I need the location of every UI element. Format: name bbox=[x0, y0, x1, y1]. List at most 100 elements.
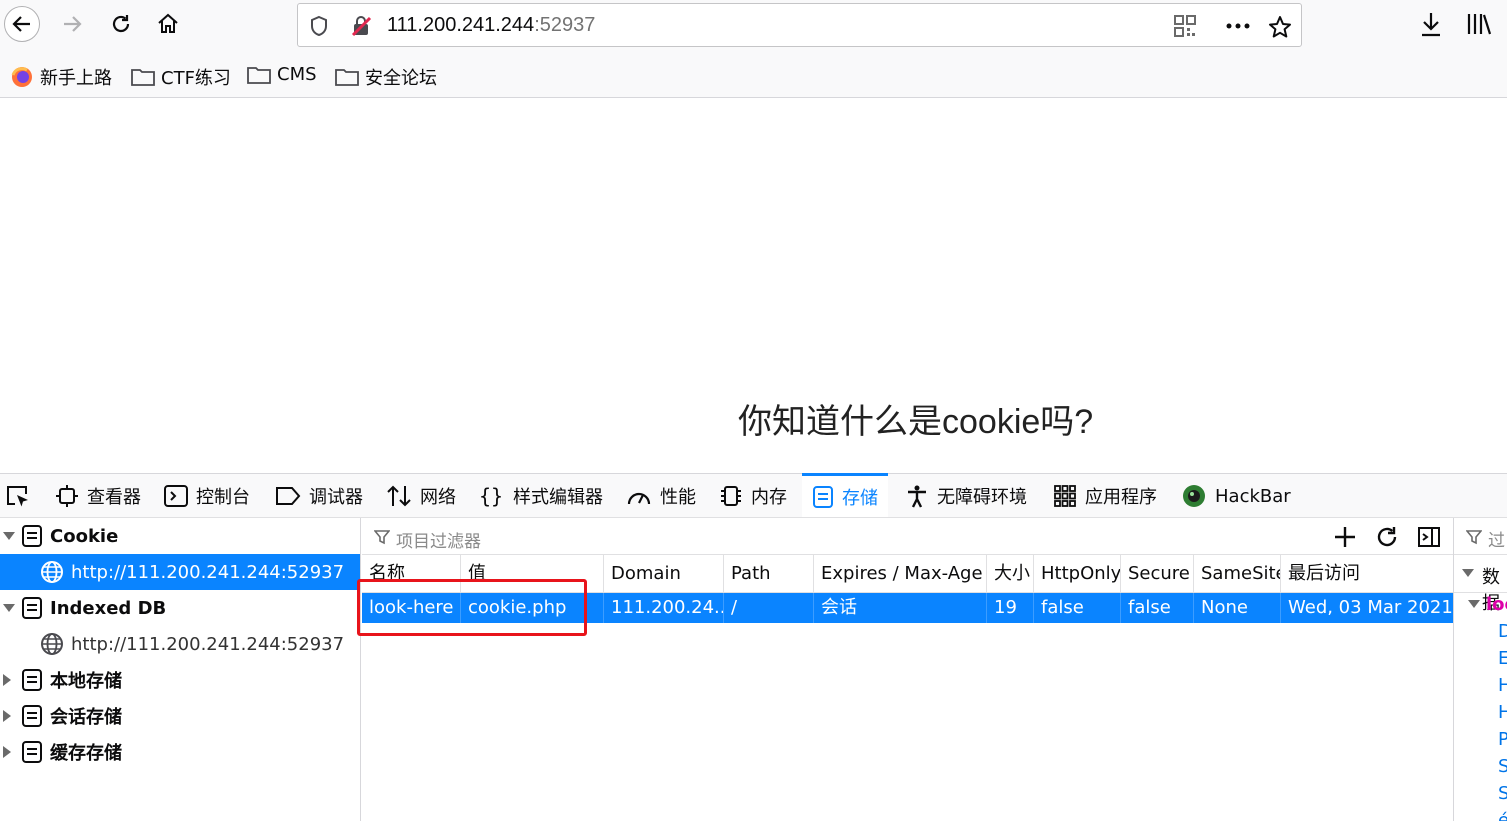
bookmark-folder-ctf[interactable]: CTF练习 bbox=[131, 64, 231, 90]
arrow-right-icon bbox=[64, 16, 82, 32]
add-item-icon[interactable] bbox=[1334, 526, 1356, 548]
column-header-path[interactable]: Path bbox=[723, 555, 813, 593]
column-header-samesite[interactable]: SameSite bbox=[1193, 555, 1280, 593]
sidebar-item[interactable]: P bbox=[1498, 729, 1507, 750]
reload-button[interactable] bbox=[103, 6, 139, 42]
column-header-domain[interactable]: Domain bbox=[603, 555, 723, 593]
bookmark-label: 安全论坛 bbox=[365, 68, 437, 89]
bookmark-getting-started[interactable]: 新手上路 bbox=[10, 64, 112, 90]
expand-arrow-icon[interactable] bbox=[3, 746, 11, 758]
cell-domain[interactable]: 111.200.24... bbox=[603, 593, 723, 623]
download-icon[interactable] bbox=[1419, 10, 1443, 38]
bookmark-folder-cms[interactable]: CMS bbox=[247, 64, 317, 85]
refresh-icon[interactable] bbox=[1375, 525, 1399, 549]
sidebar-item[interactable]: D bbox=[1498, 621, 1507, 642]
tab-network[interactable]: 网络 bbox=[386, 474, 456, 518]
more-actions-icon[interactable] bbox=[1225, 15, 1251, 37]
expand-arrow-icon[interactable] bbox=[3, 674, 11, 686]
sidebar-item[interactable]: H bbox=[1498, 675, 1507, 696]
column-header-httponly[interactable]: HttpOnly bbox=[1033, 555, 1120, 593]
url-port: :52937 bbox=[534, 14, 596, 36]
filter-input[interactable]: 项目过滤器 bbox=[396, 527, 481, 552]
svg-text:{}: {} bbox=[479, 484, 503, 508]
element-picker-button[interactable] bbox=[5, 474, 39, 518]
tab-performance[interactable]: 性能 bbox=[626, 474, 696, 518]
tab-accessibility[interactable]: 无障碍环境 bbox=[905, 474, 1027, 518]
qr-code-icon[interactable] bbox=[1174, 15, 1196, 37]
collapse-arrow-icon[interactable] bbox=[1462, 569, 1474, 577]
tab-application[interactable]: 应用程序 bbox=[1053, 474, 1157, 518]
forward-button[interactable] bbox=[54, 6, 90, 42]
expand-arrow-icon[interactable] bbox=[3, 710, 11, 722]
tree-node-indexeddb-host[interactable]: http://111.200.241.244:52937 bbox=[0, 626, 360, 662]
shield-icon[interactable] bbox=[309, 15, 329, 37]
accessibility-icon bbox=[908, 485, 926, 508]
tab-label: 查看器 bbox=[87, 487, 141, 508]
tab-style-editor[interactable]: {} 样式编辑器 bbox=[479, 474, 603, 518]
column-header-expires[interactable]: Expires / Max-Age bbox=[813, 555, 986, 593]
cell-secure[interactable]: false bbox=[1120, 593, 1193, 623]
storage-icon bbox=[22, 741, 42, 763]
cell-path[interactable]: / bbox=[723, 593, 813, 623]
inspector-icon bbox=[56, 485, 78, 507]
tab-label: 控制台 bbox=[196, 487, 250, 508]
bookmark-star-icon[interactable] bbox=[1268, 15, 1292, 39]
tab-label: 性能 bbox=[660, 487, 696, 508]
sidebar-item[interactable]: S bbox=[1498, 783, 1507, 804]
collapse-arrow-icon[interactable] bbox=[3, 532, 15, 540]
sidebar-item[interactable]: é bbox=[1498, 810, 1507, 821]
tree-label: Indexed DB bbox=[50, 597, 167, 619]
page-heading: 你知道什么是cookie吗? bbox=[738, 403, 1094, 441]
console-icon bbox=[164, 485, 188, 507]
tab-label: 应用程序 bbox=[1085, 487, 1157, 508]
sidebar-item[interactable]: E bbox=[1498, 648, 1507, 669]
library-icon[interactable] bbox=[1466, 10, 1492, 38]
tree-node-local-storage[interactable]: 本地存储 bbox=[0, 662, 360, 698]
bookmark-label: CMS bbox=[277, 64, 317, 85]
folder-icon bbox=[335, 69, 359, 86]
tab-memory[interactable]: 内存 bbox=[719, 474, 787, 518]
tree-node-session-storage[interactable]: 会话存储 bbox=[0, 698, 360, 734]
tab-label: 无障碍环境 bbox=[937, 487, 1027, 508]
tree-node-indexeddb[interactable]: Indexed DB bbox=[0, 590, 360, 626]
braces-icon: {} bbox=[479, 484, 503, 508]
tab-label: HackBar bbox=[1215, 485, 1291, 507]
tree-node-cookie[interactable]: Cookie bbox=[0, 518, 360, 554]
back-button[interactable] bbox=[4, 6, 40, 42]
tree-node-cookie-host[interactable]: http://111.200.241.244:52937 bbox=[0, 554, 360, 590]
insecure-lock-icon[interactable] bbox=[350, 15, 372, 37]
tab-debugger[interactable]: 调试器 bbox=[275, 474, 363, 518]
cell-expires[interactable]: 会话 bbox=[813, 593, 986, 623]
sidebar-header[interactable]: 数据 bbox=[1454, 555, 1507, 614]
cell-samesite[interactable]: None bbox=[1193, 593, 1280, 623]
tab-inspector[interactable]: 查看器 bbox=[55, 474, 141, 518]
hackbar-logo-icon bbox=[1183, 485, 1205, 507]
folder-icon bbox=[131, 69, 155, 86]
url-text[interactable]: 111.200.241.244:52937 bbox=[387, 14, 595, 37]
column-header-last-accessed[interactable]: 最后访问 bbox=[1280, 555, 1453, 593]
tab-console[interactable]: 控制台 bbox=[164, 474, 250, 518]
tab-hackbar[interactable]: HackBar bbox=[1181, 474, 1291, 518]
sidebar-item[interactable]: H bbox=[1498, 702, 1507, 723]
sidebar-filter[interactable]: 过 bbox=[1454, 518, 1507, 555]
tab-storage[interactable]: 存储 bbox=[802, 473, 888, 517]
bookmark-folder-security-forum[interactable]: 安全论坛 bbox=[335, 64, 437, 90]
cell-last-accessed[interactable]: Wed, 03 Mar 2021... bbox=[1280, 593, 1453, 623]
cell-httponly[interactable]: false bbox=[1033, 593, 1120, 623]
debugger-icon bbox=[276, 487, 301, 505]
column-header-secure[interactable]: Secure bbox=[1120, 555, 1193, 593]
filter-funnel-icon bbox=[1466, 530, 1482, 545]
tree-node-cache-storage[interactable]: 缓存存储 bbox=[0, 734, 360, 770]
collapse-arrow-icon[interactable] bbox=[1468, 600, 1480, 608]
toggle-sidebar-icon[interactable] bbox=[1418, 526, 1440, 548]
cell-size[interactable]: 19 bbox=[986, 593, 1033, 623]
collapse-arrow-icon[interactable] bbox=[3, 604, 15, 612]
home-button[interactable] bbox=[150, 6, 186, 42]
sidebar-item[interactable]: S bbox=[1498, 756, 1507, 777]
tab-label: 调试器 bbox=[309, 487, 363, 508]
url-host: 111.200.241.244 bbox=[387, 14, 535, 36]
url-bar[interactable]: 111.200.241.244:52937 bbox=[297, 3, 1302, 47]
bookmarks-bar: 新手上路 CTF练习 CMS 安全论坛 bbox=[0, 52, 1507, 98]
column-header-size[interactable]: 大小 bbox=[986, 555, 1033, 593]
tab-label: 内存 bbox=[751, 487, 787, 508]
